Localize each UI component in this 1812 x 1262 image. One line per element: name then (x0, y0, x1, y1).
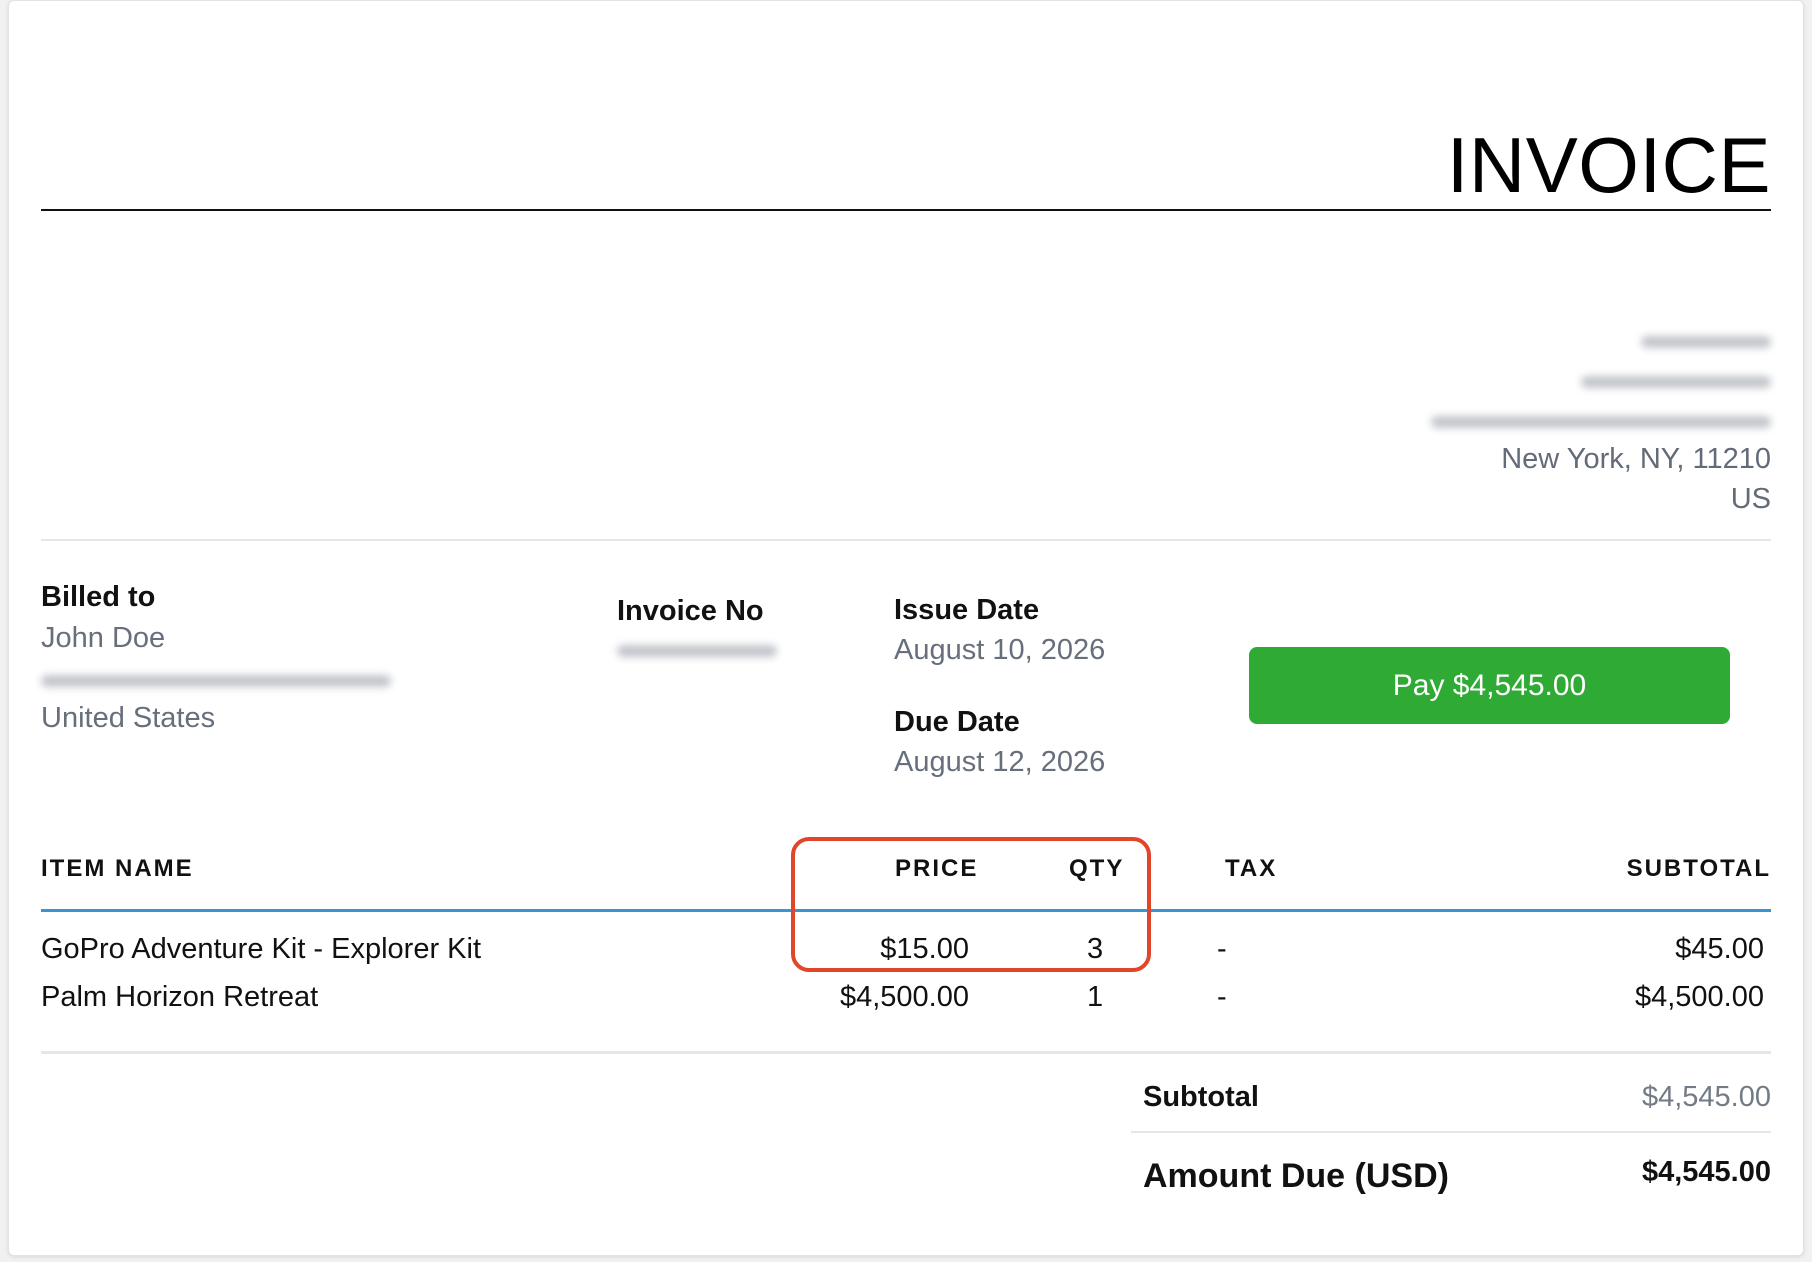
tax-cell: - (1217, 933, 1227, 965)
billed-to-block: Billed to John Doe United States (41, 576, 391, 738)
invoice-content: INVOICE New York, NY, 11210 US Billed to… (41, 1, 1771, 1255)
invoice-number-block: Invoice No (617, 590, 777, 665)
subtotal-value: $4,545.00 (1641, 1081, 1771, 1113)
invoice-no-redacted (617, 632, 777, 665)
billed-to-country: United States (41, 702, 216, 734)
redacted-address-line-3 (1431, 399, 1771, 439)
col-header-item-name: ITEM NAME (41, 855, 194, 882)
col-header-tax: TAX (1225, 855, 1278, 882)
billed-to-name: John Doe (41, 622, 166, 654)
sender-country: US (1730, 483, 1771, 515)
tax-cell: - (1217, 981, 1227, 1013)
subtotal-label: Subtotal (1143, 1081, 1259, 1113)
invoice-page: INVOICE New York, NY, 11210 US Billed to… (8, 0, 1804, 1256)
amount-due-row: Amount Due (USD) $4,545.00 (1131, 1141, 1771, 1211)
title-divider (41, 209, 1771, 211)
items-bottom-divider (41, 1051, 1771, 1054)
issue-date-value: August 10, 2026 (894, 634, 1106, 666)
invoice-no-label: Invoice No (617, 595, 764, 627)
table-row: Palm Horizon Retreat $4,500.00 1 - $4,50… (41, 974, 1771, 1020)
subtotal-row: Subtotal $4,545.00 (1131, 1069, 1771, 1125)
due-date-value: August 12, 2026 (894, 746, 1106, 778)
amount-due-value: $4,545.00 (1641, 1156, 1771, 1188)
totals-block: Subtotal $4,545.00 Amount Due (USD) $4,5… (1131, 1069, 1771, 1211)
price-qty-highlight-box (791, 837, 1151, 972)
billed-to-label: Billed to (41, 581, 156, 613)
qty-cell: 1 (1087, 981, 1104, 1013)
redacted-address-line-2 (1431, 359, 1771, 399)
col-header-subtotal: SUBTOTAL (1626, 855, 1771, 882)
amount-due-label: Amount Due (USD) (1143, 1157, 1449, 1195)
redacted-address-line-1 (1431, 319, 1771, 359)
sender-address: New York, NY, 11210 US (1431, 319, 1771, 519)
totals-divider (1131, 1131, 1771, 1133)
sender-city-line: New York, NY, 11210 (1501, 443, 1771, 475)
subtotal-cell: $45.00 (1675, 933, 1764, 965)
invoice-title: INVOICE (1446, 121, 1771, 209)
item-name-cell: GoPro Adventure Kit - Explorer Kit (41, 933, 482, 965)
subtotal-cell: $4,500.00 (1634, 981, 1764, 1013)
price-cell: $4,500.00 (839, 981, 969, 1013)
item-name-cell: Palm Horizon Retreat (41, 981, 319, 1013)
billed-to-redacted-line (41, 658, 391, 698)
pay-button[interactable]: Pay $4,545.00 (1249, 647, 1730, 724)
dates-block: Issue Date August 10, 2026 Due Date Augu… (894, 590, 1105, 782)
due-date-label: Due Date (894, 706, 1020, 738)
header-divider (41, 539, 1771, 541)
issue-date-label: Issue Date (894, 594, 1040, 626)
